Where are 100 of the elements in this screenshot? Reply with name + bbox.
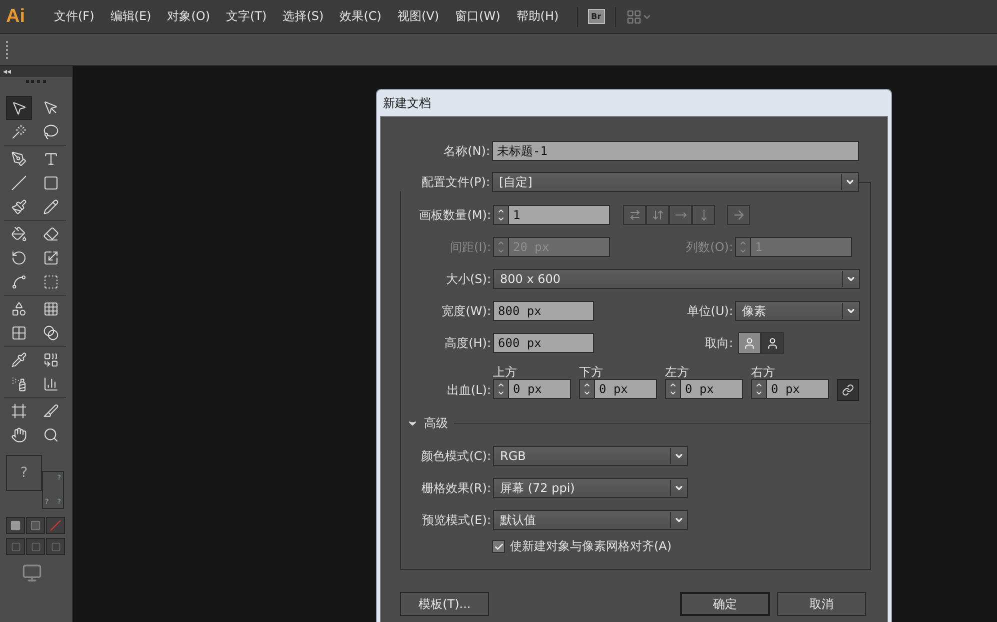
column-graph-icon <box>43 376 59 392</box>
menu-item[interactable]: 编辑(E) <box>102 8 160 25</box>
artboard-icon <box>11 403 27 419</box>
height-field[interactable]: 600 px <box>493 333 594 353</box>
eraser-icon <box>43 226 59 242</box>
chain-link-icon <box>842 384 854 396</box>
field-label: 大小(S): <box>444 270 492 288</box>
spin-arrows-icon[interactable] <box>580 380 595 398</box>
direct-selection-arrow-icon <box>43 100 59 116</box>
hand-icon <box>11 427 27 443</box>
layout-direction-button[interactable] <box>727 205 750 225</box>
dialog-button[interactable]: 取消 <box>776 592 866 616</box>
orientation-button[interactable] <box>761 332 784 354</box>
advanced-toggle[interactable]: 高级 <box>407 415 448 432</box>
scale-icon <box>43 250 59 266</box>
spin-arrows-icon[interactable] <box>752 380 767 398</box>
draw-mode-button[interactable] <box>26 538 45 555</box>
caret-icon <box>845 177 855 187</box>
field-label: 名称(N): <box>442 142 491 160</box>
bleed-field[interactable]: 0 px <box>493 379 571 399</box>
orientation-button[interactable] <box>738 332 761 354</box>
arrange-button[interactable] <box>646 205 669 225</box>
artboard-count-field[interactable]: 1 <box>493 205 610 225</box>
collapse-glyph[interactable]: ◂◂ <box>3 67 12 76</box>
raster-effects-dropdown[interactable]: 屏幕 (72 ppi) <box>493 478 688 498</box>
field-label: 配置文件(P): <box>400 174 492 190</box>
perspective-grid-icon <box>43 301 59 317</box>
square-icon <box>10 520 21 531</box>
spin-arrows-icon[interactable] <box>494 380 509 398</box>
bleed-field[interactable]: 0 px <box>751 379 829 399</box>
profile-dropdown[interactable]: [自定] <box>492 172 859 192</box>
slice-icon <box>43 403 59 419</box>
size-dropdown[interactable]: 800 x 600 <box>493 269 860 289</box>
none-mode-button[interactable] <box>46 517 65 534</box>
spin-arrows-icon[interactable] <box>494 206 509 224</box>
free-transform-icon <box>43 274 59 290</box>
spin-arrows-icon[interactable] <box>666 380 681 398</box>
menu-item[interactable]: 文件(F) <box>46 8 102 25</box>
selection-arrow-icon <box>11 100 27 116</box>
caret-icon <box>674 451 684 461</box>
line-icon <box>11 175 27 191</box>
grip-handle[interactable] <box>6 40 10 58</box>
field-label: 高度(H): <box>444 334 492 352</box>
workspace-layout-icon[interactable] <box>626 8 642 24</box>
shape-builder-icon <box>11 301 27 317</box>
field-label: 出血(L): <box>446 382 492 399</box>
portrait-person-icon <box>743 336 756 350</box>
dialog-button[interactable]: 模板(T)... <box>400 592 490 616</box>
field-label: 预览模式(E): <box>421 512 492 528</box>
preview-mode-dropdown[interactable]: 默认值 <box>493 510 688 530</box>
bleed-label: 上方 <box>493 365 518 379</box>
units-dropdown[interactable]: 像素 <box>735 301 860 321</box>
menu-item[interactable]: 对象(O) <box>159 8 218 25</box>
field-label: 宽度(W): <box>440 302 492 320</box>
color-mode-dropdown[interactable]: RGB <box>493 446 688 466</box>
caret-icon <box>674 515 684 525</box>
color-mode-button[interactable] <box>6 517 25 534</box>
menu-item[interactable]: 效果(C) <box>332 8 390 25</box>
draw-mode-button[interactable] <box>6 538 25 555</box>
eyedropper-icon <box>11 352 27 368</box>
field-label: 画板数量(M): <box>418 206 492 224</box>
menu-item[interactable]: 选择(S) <box>274 8 332 25</box>
link-bleed-button[interactable] <box>837 379 859 401</box>
tool-button[interactable] <box>6 96 32 120</box>
pencil-icon <box>43 199 59 215</box>
bleed-label: 左方 <box>665 365 690 379</box>
rotate-icon <box>11 250 27 266</box>
square-icon <box>50 542 60 552</box>
arrange-button[interactable] <box>623 205 646 225</box>
arrow-icon <box>732 208 746 222</box>
caret-icon <box>846 306 856 316</box>
menu-item[interactable]: 帮助(H) <box>508 8 567 25</box>
menu-item[interactable]: 视图(V) <box>389 8 448 25</box>
lasso-icon <box>43 124 59 140</box>
field-label: 取向: <box>704 334 734 352</box>
square-icon <box>30 542 40 552</box>
arrange-button[interactable] <box>669 205 692 225</box>
field-label: 单位(U): <box>686 302 734 320</box>
arrange-button[interactable] <box>692 205 715 225</box>
draw-mode-button[interactable] <box>46 538 65 555</box>
dialog-button[interactable]: 确定 <box>680 592 770 616</box>
fill-swatch[interactable]: ? <box>6 455 42 491</box>
name-field[interactable]: 未标题-1 <box>492 141 859 161</box>
bleed-field[interactable]: 0 px <box>665 379 743 399</box>
slash-icon <box>50 520 61 531</box>
caret-icon <box>846 274 856 284</box>
zoom-icon <box>43 427 59 443</box>
checkbox-label: 使新建对象与像素网格对齐(A) <box>510 538 672 555</box>
menu-item[interactable]: 窗口(W) <box>447 8 508 25</box>
field-label: 颜色模式(C): <box>420 448 492 464</box>
field-label: 栅格效果(R): <box>420 480 492 496</box>
landscape-person-icon <box>766 336 779 350</box>
width-field[interactable]: 800 px <box>493 301 594 321</box>
align-checkbox[interactable] <box>492 540 505 553</box>
bridge-button[interactable]: Br <box>588 9 605 24</box>
screen-mode-icon[interactable] <box>22 563 42 583</box>
bleed-field[interactable]: 0 px <box>579 379 657 399</box>
gradient-mode-button[interactable] <box>26 517 45 534</box>
menu-item[interactable]: 文字(T) <box>218 8 275 25</box>
rectangle-icon <box>43 175 59 191</box>
